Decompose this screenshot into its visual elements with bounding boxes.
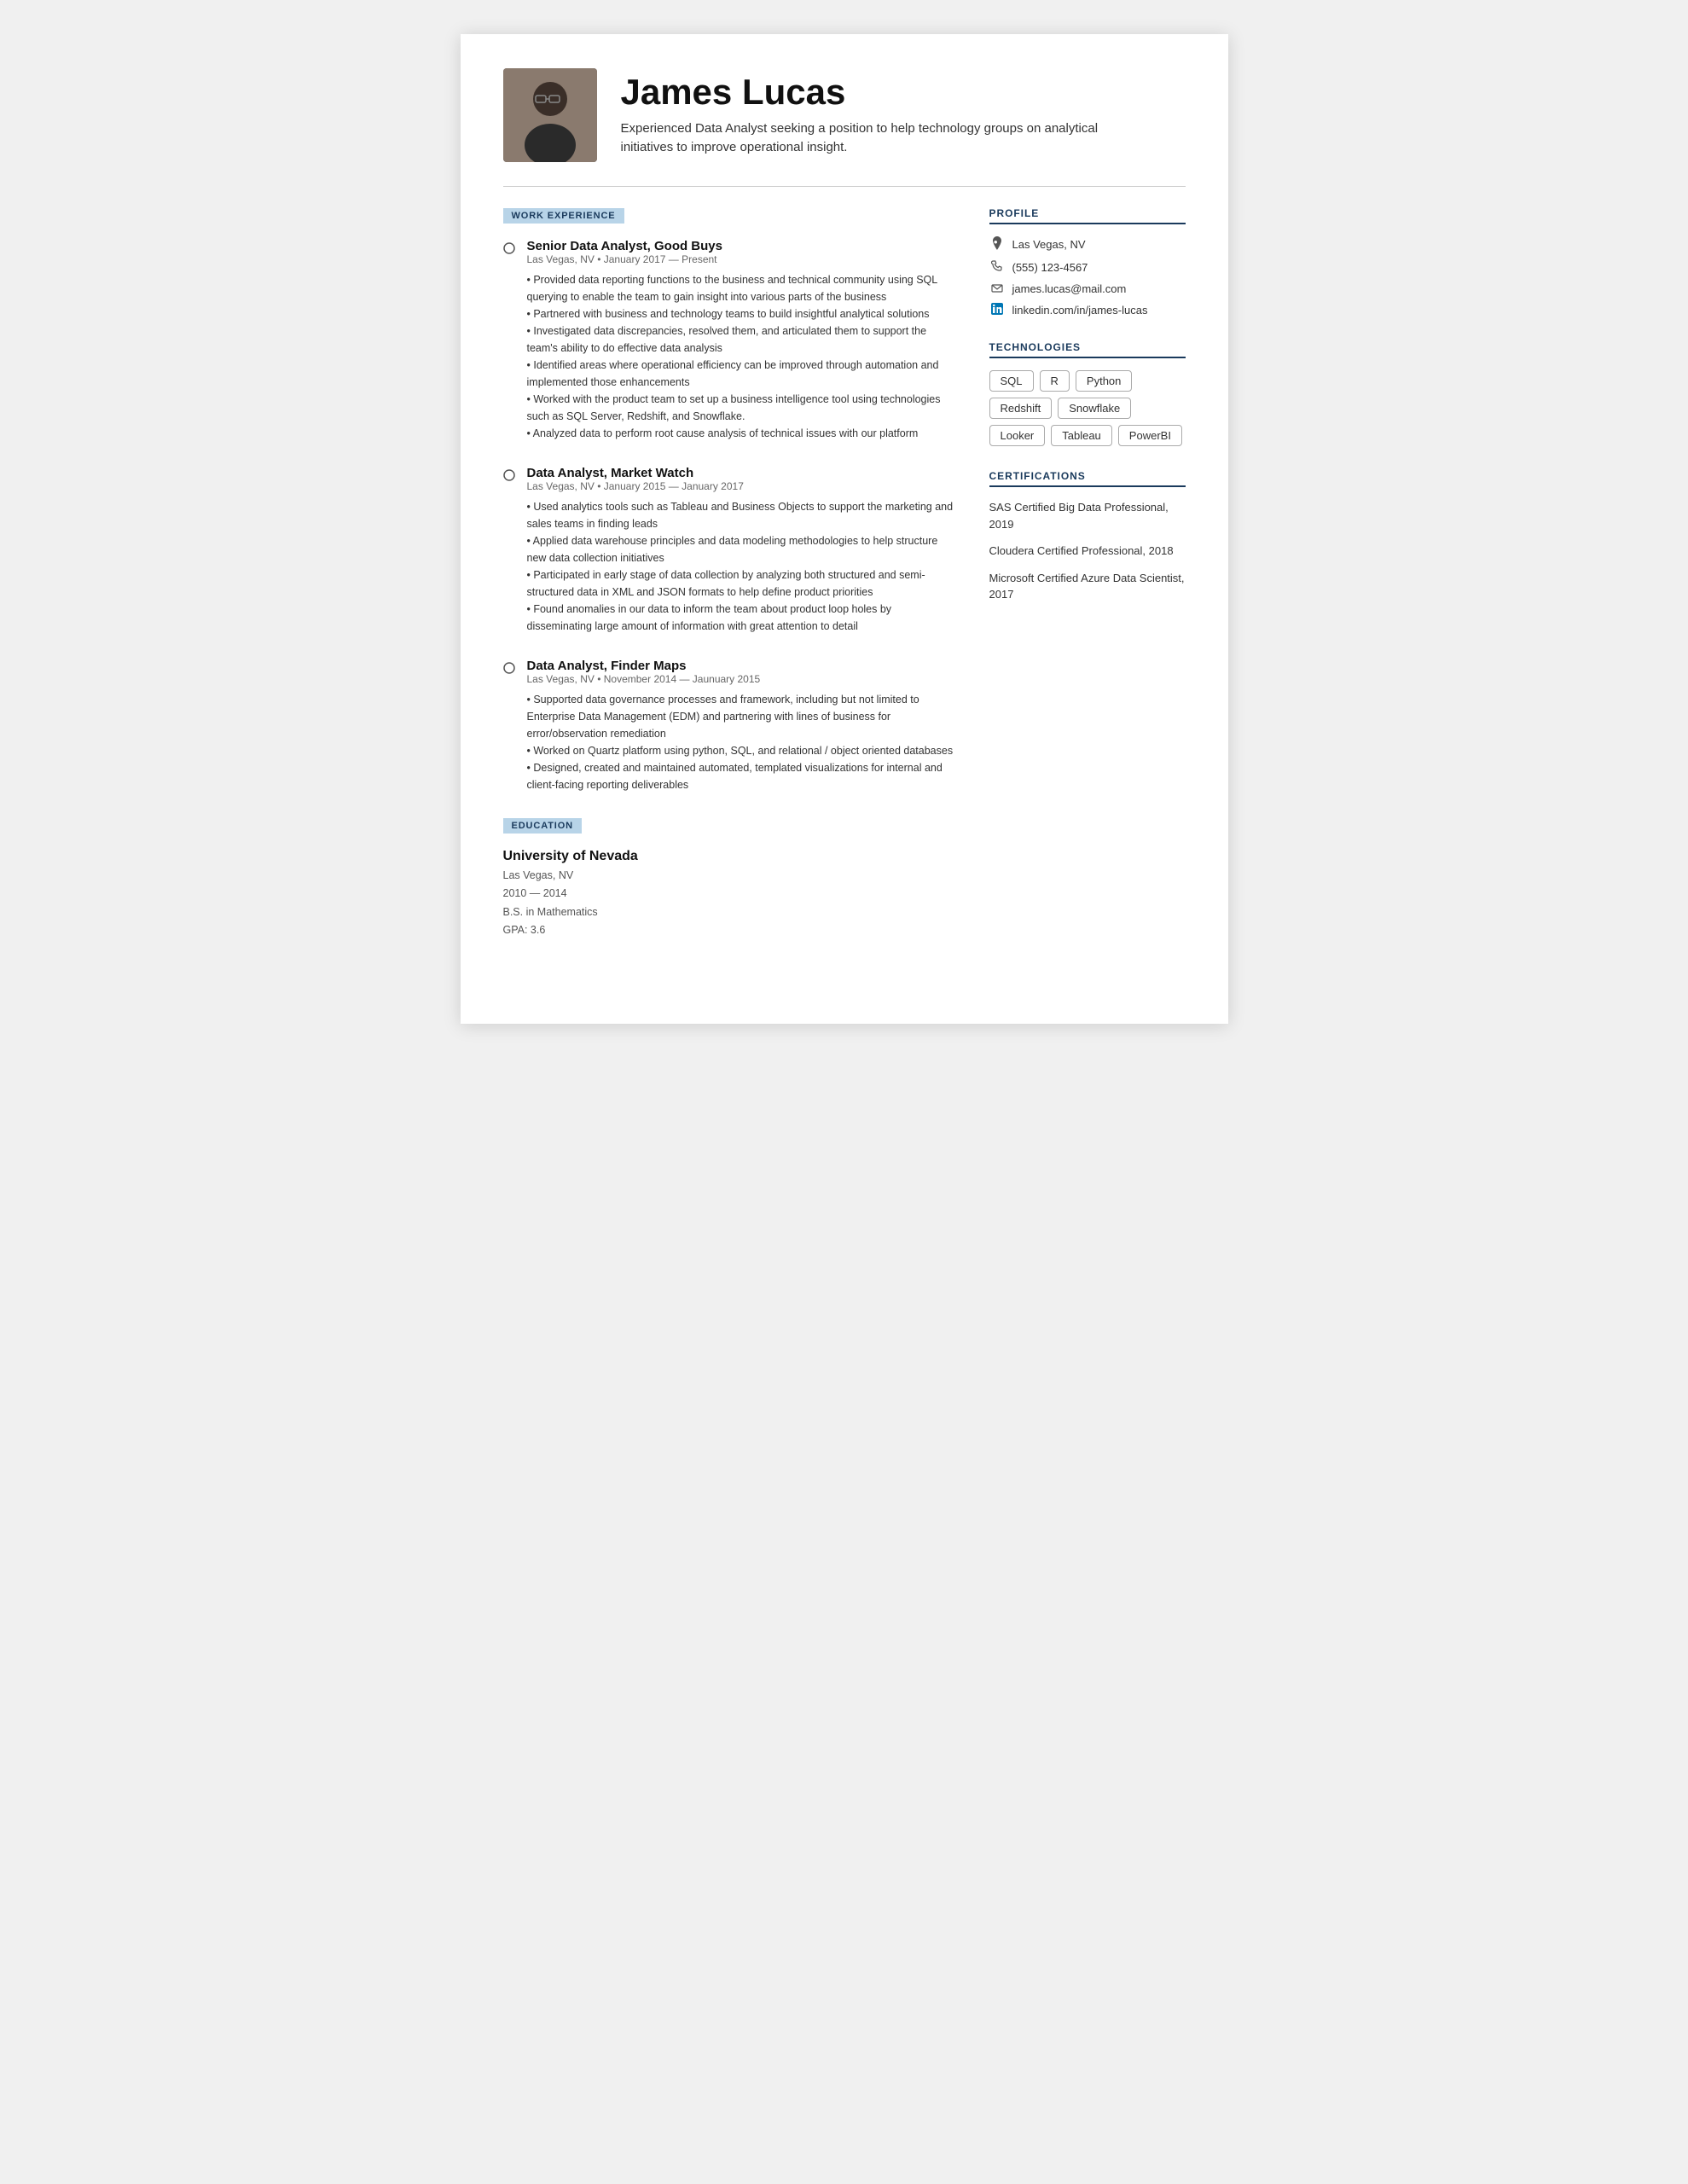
job-title: Senior Data Analyst, Good Buys xyxy=(527,239,955,253)
cert-item: Microsoft Certified Azure Data Scientist… xyxy=(989,570,1186,603)
full-name: James Lucas xyxy=(621,73,1116,112)
header-text: James Lucas Experienced Data Analyst see… xyxy=(621,73,1116,157)
work-experience-section: WORK EXPERIENCE Senior Data Analyst, Goo… xyxy=(503,207,955,793)
tech-tag: Snowflake xyxy=(1058,398,1131,419)
job-meta: Las Vegas, NV • January 2015 — January 2… xyxy=(527,480,955,492)
resume: James Lucas Experienced Data Analyst see… xyxy=(461,34,1228,1024)
job-item: Data Analyst, Finder Maps Las Vegas, NV … xyxy=(503,659,955,793)
job-description: • Supported data governance processes an… xyxy=(527,691,955,793)
body-columns: WORK EXPERIENCE Senior Data Analyst, Goo… xyxy=(503,207,1186,939)
resume-header: James Lucas Experienced Data Analyst see… xyxy=(503,68,1186,162)
profile-linkedin: linkedin.com/in/james-lucas xyxy=(989,303,1186,317)
job-title: Data Analyst, Finder Maps xyxy=(527,659,955,673)
tech-tag: Redshift xyxy=(989,398,1053,419)
cert-item: SAS Certified Big Data Professional, 201… xyxy=(989,499,1186,532)
location-text: Las Vegas, NV xyxy=(1012,238,1086,251)
location-icon xyxy=(989,236,1005,253)
email-icon xyxy=(989,282,1005,295)
education-section: EDUCATION University of Nevada Las Vegas… xyxy=(503,817,955,939)
tech-grid: SQL R Python Redshift Snowflake Looker T… xyxy=(989,370,1186,446)
certifications-section: CERTIFICATIONS SAS Certified Big Data Pr… xyxy=(989,470,1186,603)
tech-tag: Looker xyxy=(989,425,1046,446)
header-divider xyxy=(503,186,1186,187)
cert-item: Cloudera Certified Professional, 2018 xyxy=(989,543,1186,560)
job-title: Data Analyst, Market Watch xyxy=(527,466,955,480)
technologies-label: TECHNOLOGIES xyxy=(989,341,1186,358)
linkedin-text: linkedin.com/in/james-lucas xyxy=(1012,304,1148,317)
right-column: PROFILE Las Vegas, NV (555) xyxy=(989,207,1186,939)
work-experience-label: WORK EXPERIENCE xyxy=(503,208,624,224)
job-content: Data Analyst, Finder Maps Las Vegas, NV … xyxy=(527,659,955,793)
linkedin-icon xyxy=(989,303,1005,317)
profile-section: PROFILE Las Vegas, NV (555) xyxy=(989,207,1186,317)
tech-tag: R xyxy=(1040,370,1070,392)
avatar xyxy=(503,68,597,162)
phone-text: (555) 123-4567 xyxy=(1012,261,1088,274)
job-meta: Las Vegas, NV • January 2017 — Present xyxy=(527,253,955,265)
profile-location: Las Vegas, NV xyxy=(989,236,1186,253)
certifications-label: CERTIFICATIONS xyxy=(989,470,1186,487)
edu-school: University of Nevada xyxy=(503,849,955,864)
tech-tag: SQL xyxy=(989,370,1034,392)
technologies-section: TECHNOLOGIES SQL R Python Redshift Snowf… xyxy=(989,341,1186,446)
edu-gpa: GPA: 3.6 xyxy=(503,921,955,939)
profile-phone: (555) 123-4567 xyxy=(989,260,1186,275)
job-bullet-icon xyxy=(503,662,515,793)
phone-icon xyxy=(989,260,1005,275)
education-label: EDUCATION xyxy=(503,818,583,834)
left-column: WORK EXPERIENCE Senior Data Analyst, Goo… xyxy=(503,207,955,939)
tech-tag: Python xyxy=(1076,370,1132,392)
job-content: Senior Data Analyst, Good Buys Las Vegas… xyxy=(527,239,955,442)
edu-degree: B.S. in Mathematics xyxy=(503,903,955,921)
profile-email: james.lucas@mail.com xyxy=(989,282,1186,295)
job-bullet-icon xyxy=(503,242,515,442)
profile-label: PROFILE xyxy=(989,207,1186,224)
tech-tag: PowerBI xyxy=(1118,425,1182,446)
job-description: • Provided data reporting functions to t… xyxy=(527,271,955,442)
email-text: james.lucas@mail.com xyxy=(1012,282,1127,295)
job-meta: Las Vegas, NV • November 2014 — Jaunuary… xyxy=(527,673,955,685)
job-bullet-icon xyxy=(503,469,515,635)
tagline: Experienced Data Analyst seeking a posit… xyxy=(621,119,1116,158)
edu-years: 2010 — 2014 xyxy=(503,885,955,903)
edu-location: Las Vegas, NV xyxy=(503,867,955,885)
job-item: Data Analyst, Market Watch Las Vegas, NV… xyxy=(503,466,955,635)
tech-tag: Tableau xyxy=(1051,425,1112,446)
job-content: Data Analyst, Market Watch Las Vegas, NV… xyxy=(527,466,955,635)
job-description: • Used analytics tools such as Tableau a… xyxy=(527,498,955,635)
job-item: Senior Data Analyst, Good Buys Las Vegas… xyxy=(503,239,955,442)
